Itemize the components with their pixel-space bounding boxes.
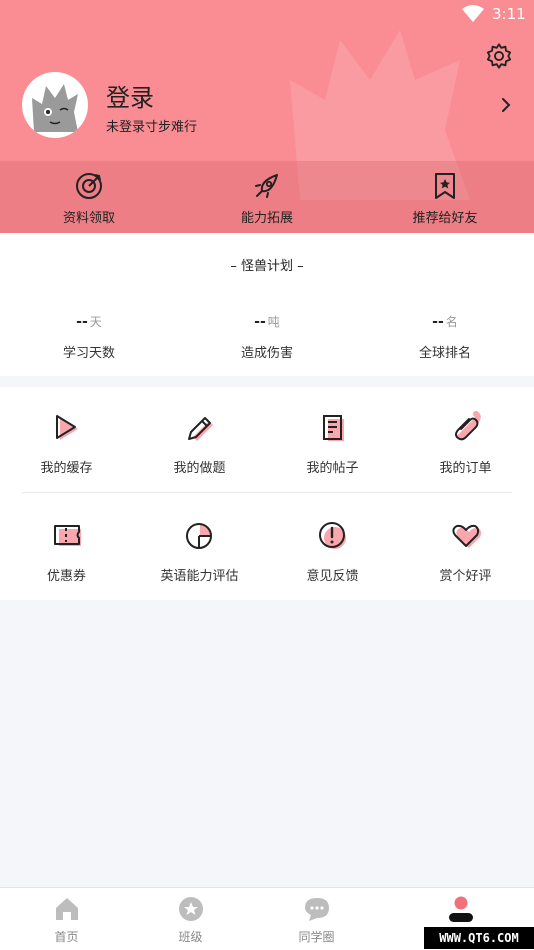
monster-plan-card: – 怪兽计划 – -- 天 学习天数 -- 吨 造成伤害 -- 名 全球排名 <box>0 233 534 376</box>
stat-label: 造成伤害 <box>240 346 293 361</box>
tab-label: 同学圈 <box>298 930 335 944</box>
stat-label: 全球排名 <box>418 346 471 361</box>
pencil-icon <box>188 417 213 441</box>
stat-label: 学习天数 <box>62 346 115 361</box>
quick-action-recommend[interactable]: 推荐给好友 <box>356 161 534 233</box>
stat-global-rank: -- 名 全球排名 <box>356 311 534 361</box>
menu-item-label: 赏个好评 <box>439 569 492 584</box>
star-icon <box>179 897 203 921</box>
stat-unit: 名 <box>445 315 458 329</box>
heart-icon <box>452 524 482 548</box>
ticket-icon <box>54 525 81 546</box>
menu-grid: 我的缓存 我的做题 我的帖子 我的订单 优惠券 英语能力评估 意见反馈 赏个好评 <box>0 387 534 600</box>
menu-item-label: 我的订单 <box>439 461 492 476</box>
mascot-avatar-icon <box>32 84 78 132</box>
tab-home[interactable]: 首页 <box>0 888 133 950</box>
stat-value: -- <box>76 314 88 330</box>
plan-title: – 怪兽计划 – <box>230 259 304 274</box>
quick-action-label: 资料领取 <box>62 211 115 226</box>
status-time: 3:11 <box>492 5 526 23</box>
status-bar: 3:11 <box>0 0 534 30</box>
stat-value: -- <box>432 314 444 330</box>
quick-action-materials[interactable]: 资料领取 <box>0 161 178 233</box>
rocket-icon <box>255 174 278 198</box>
home-icon <box>56 898 78 920</box>
menu-item-cache[interactable]: 我的缓存 <box>0 387 133 487</box>
login-title[interactable]: 登录 <box>106 78 154 113</box>
site-watermark: WWW.QT6.COM <box>424 927 534 949</box>
gear-icon[interactable] <box>485 42 513 70</box>
menu-item-posts[interactable]: 我的帖子 <box>266 387 399 487</box>
avatar[interactable] <box>22 72 88 138</box>
menu-item-coupons[interactable]: 优惠券 <box>0 495 133 595</box>
menu-item-label: 我的做题 <box>173 461 226 476</box>
menu-divider <box>22 492 512 493</box>
paperclip-icon <box>455 411 481 441</box>
quick-actions-bar: 资料领取 能力拓展 推荐给好友 <box>0 161 534 233</box>
document-icon <box>323 415 344 441</box>
menu-item-feedback[interactable]: 意见反馈 <box>266 495 399 595</box>
profile-header: 3:11 登录 未登录寸步难行 资料领取 能力拓展 推荐给好友 <box>0 0 534 233</box>
login-subtitle: 未登录寸步难行 <box>106 120 198 135</box>
tab-label: 班级 <box>178 930 203 944</box>
quick-action-label: 能力拓展 <box>240 211 293 226</box>
profile-icon <box>449 896 473 922</box>
tab-label: 首页 <box>54 930 79 944</box>
tab-classmates[interactable]: 同学圈 <box>250 888 383 950</box>
quick-action-expand[interactable]: 能力拓展 <box>178 161 356 233</box>
pie-chart-icon <box>186 523 212 549</box>
wifi-icon <box>462 5 484 22</box>
menu-item-exercises[interactable]: 我的做题 <box>133 387 266 487</box>
menu-item-rate-us[interactable]: 赏个好评 <box>399 495 532 595</box>
exclamation-icon <box>319 522 346 549</box>
stat-unit: 天 <box>89 315 102 329</box>
menu-item-label: 优惠券 <box>46 569 86 584</box>
menu-item-english-assessment[interactable]: 英语能力评估 <box>133 495 266 595</box>
quick-action-label: 推荐给好友 <box>412 211 478 226</box>
menu-item-orders[interactable]: 我的订单 <box>399 387 532 487</box>
target-icon <box>76 173 102 199</box>
chevron-right-icon[interactable] <box>498 96 514 114</box>
chat-icon <box>305 898 329 921</box>
tab-class[interactable]: 班级 <box>124 888 257 950</box>
stat-study-days: -- 天 学习天数 <box>0 311 178 361</box>
menu-item-label: 我的帖子 <box>306 461 359 476</box>
menu-item-label: 英语能力评估 <box>160 569 239 584</box>
play-icon <box>56 415 78 440</box>
menu-item-label: 意见反馈 <box>306 569 359 584</box>
stat-unit: 吨 <box>267 315 280 329</box>
menu-item-label: 我的缓存 <box>40 461 93 476</box>
bookmark-star-icon <box>435 173 455 199</box>
stat-value: -- <box>254 314 266 330</box>
stat-damage: -- 吨 造成伤害 <box>178 311 356 361</box>
